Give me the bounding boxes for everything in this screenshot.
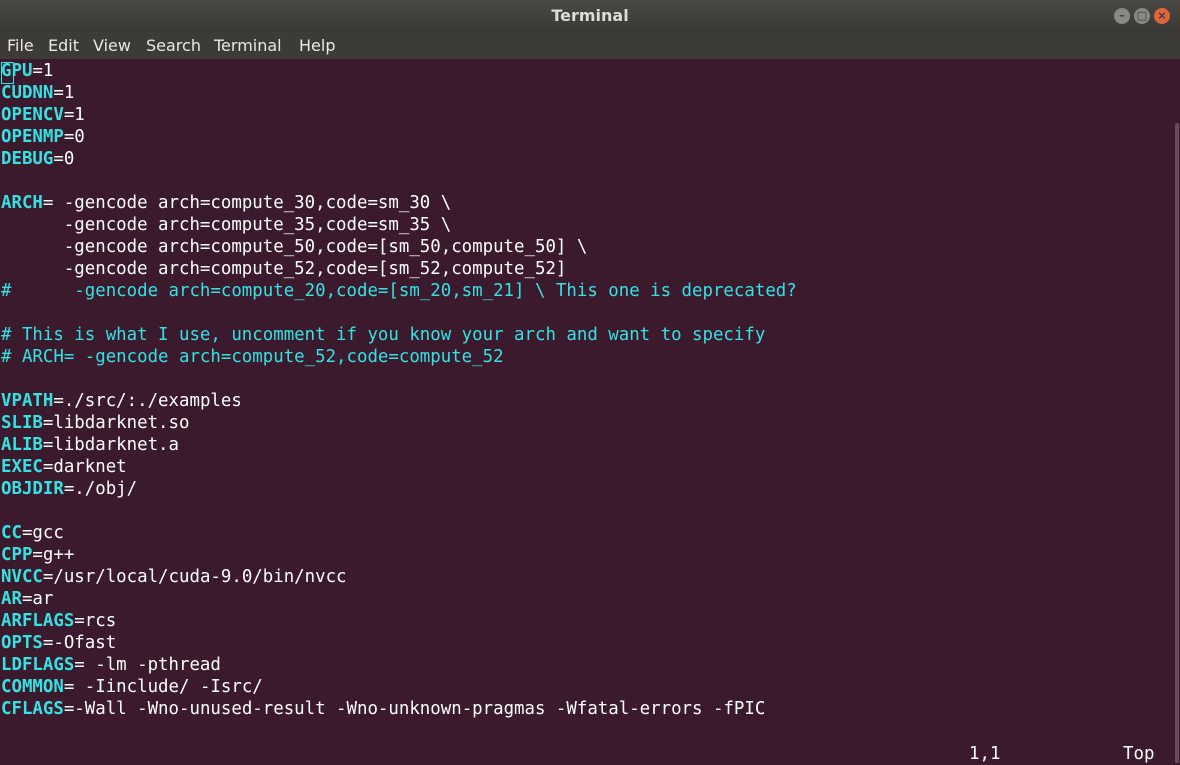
terminal-line: CFLAGS=-Wall -Wno-unused-result -Wno-unk… [1,698,765,720]
close-icon[interactable]: × [1154,8,1170,24]
variable-name: ARCH [1,193,43,213]
variable-name: NVCC [1,567,43,587]
terminal-line: VPATH=./src/:./examples [1,390,242,412]
terminal-line: CC=gcc [1,522,64,544]
variable-name: OPENMP [1,127,64,147]
scrollbar[interactable] [1174,59,1180,765]
variable-value: =0 [53,149,75,169]
minimize-icon[interactable]: – [1114,8,1130,24]
window-controls: – □ × [1114,8,1170,24]
terminal-line: -gencode arch=compute_52,code=[sm_52,com… [1,258,567,280]
scrollbar-thumb[interactable] [1175,123,1179,763]
variable-value: -gencode arch=compute_35,code=sm_35 \ [1,215,452,235]
menu-bar: File Edit View Search Terminal Help [0,32,1180,59]
variable-value: =./src/:./examples [53,391,242,411]
terminal-line: CUDNN=1 [1,82,74,104]
variable-name: OBJDIR [1,479,64,499]
variable-value: =rcs [74,611,117,631]
variable-name: CUDNN [1,83,54,103]
terminal-line: -gencode arch=compute_50,code=[sm_50,com… [1,236,588,258]
variable-value: =libdarknet.so [42,413,190,433]
terminal-line: LDFLAGS= -lm -pthread [1,654,221,676]
variable-name: EXEC [1,457,43,477]
variable-name: COMMON [1,677,64,697]
variable-value: -gencode arch=compute_50,code=[sm_50,com… [1,237,588,257]
menu-file[interactable]: File [7,36,34,55]
terminal-line: ARCH= -gencode arch=compute_30,code=sm_3… [1,192,451,214]
variable-name: SLIB [1,413,43,433]
comment-text: # This is what I use, uncomment if you k… [1,325,766,345]
variable-name: OPTS [1,633,43,653]
terminal-line: CPP=g++ [1,544,74,566]
terminal-line: OPENMP=0 [1,126,85,148]
variable-name: VPATH [1,391,54,411]
terminal-line: COMMON= -Iinclude/ -Isrc/ [1,676,263,698]
terminal-line: ARFLAGS=rcs [1,610,116,632]
variable-name: CC [1,523,22,543]
variable-name: OPENCV [1,105,64,125]
menu-search[interactable]: Search [146,36,201,55]
variable-name: DEBUG [1,149,54,169]
window-title: Terminal [551,6,629,25]
variable-value: =1 [63,105,85,125]
variable-value: =-Ofast [42,633,117,653]
variable-value: = -lm -pthread [74,655,221,675]
variable-value: =1 [53,83,75,103]
terminal-line: -gencode arch=compute_35,code=sm_35 \ [1,214,451,236]
text-cursor [1,62,14,84]
variable-value: =./obj/ [63,479,138,499]
variable-value: =1 [32,61,54,81]
terminal-line: OPTS=-Ofast [1,632,116,654]
terminal-line: # This is what I use, uncomment if you k… [1,324,765,346]
menu-view[interactable]: View [93,36,131,55]
cursor-position: 1,1 [969,744,1001,764]
variable-value: =gcc [21,523,64,543]
terminal-line: OPENCV=1 [1,104,85,126]
variable-name: AR [1,589,22,609]
terminal-line: NVCC=/usr/local/cuda-9.0/bin/nvcc [1,566,347,588]
variable-value: =-Wall -Wno-unused-result -Wno-unknown-p… [63,699,766,719]
comment-text: # -gencode arch=compute_20,code=[sm_20,s… [1,281,797,301]
variable-name: ARFLAGS [1,611,75,631]
variable-value: =g++ [32,545,75,565]
variable-name: LDFLAGS [1,655,75,675]
terminal-line: SLIB=libdarknet.so [1,412,189,434]
variable-name: CPP [1,545,33,565]
variable-name: CFLAGS [1,699,64,719]
variable-value: =libdarknet.a [42,435,180,455]
variable-value: =/usr/local/cuda-9.0/bin/nvcc [42,567,347,587]
terminal-line: OBJDIR=./obj/ [1,478,137,500]
variable-value: = -Iinclude/ -Isrc/ [63,677,263,697]
variable-value: -gencode arch=compute_52,code=[sm_52,com… [1,259,567,279]
menu-help[interactable]: Help [299,36,335,55]
variable-value: = -gencode arch=compute_30,code=sm_30 \ [42,193,452,213]
terminal-line: # -gencode arch=compute_20,code=[sm_20,s… [1,280,797,302]
variable-value: =ar [21,589,54,609]
terminal-line: DEBUG=0 [1,148,74,170]
scroll-position: Top [1123,744,1155,764]
maximize-icon[interactable]: □ [1134,8,1150,24]
menu-terminal[interactable]: Terminal [214,36,282,55]
variable-value: =darknet [42,457,127,477]
terminal-line: EXEC=darknet [1,456,127,478]
terminal-line: # ARCH= -gencode arch=compute_52,code=co… [1,346,504,368]
terminal-line: ALIB=libdarknet.a [1,434,179,456]
menu-edit[interactable]: Edit [48,36,79,55]
comment-text: # ARCH= -gencode arch=compute_52,code=co… [1,347,504,367]
title-bar: Terminal – □ × [0,0,1180,32]
terminal-line: AR=ar [1,588,53,610]
variable-value: =0 [63,127,85,147]
variable-name: ALIB [1,435,43,455]
